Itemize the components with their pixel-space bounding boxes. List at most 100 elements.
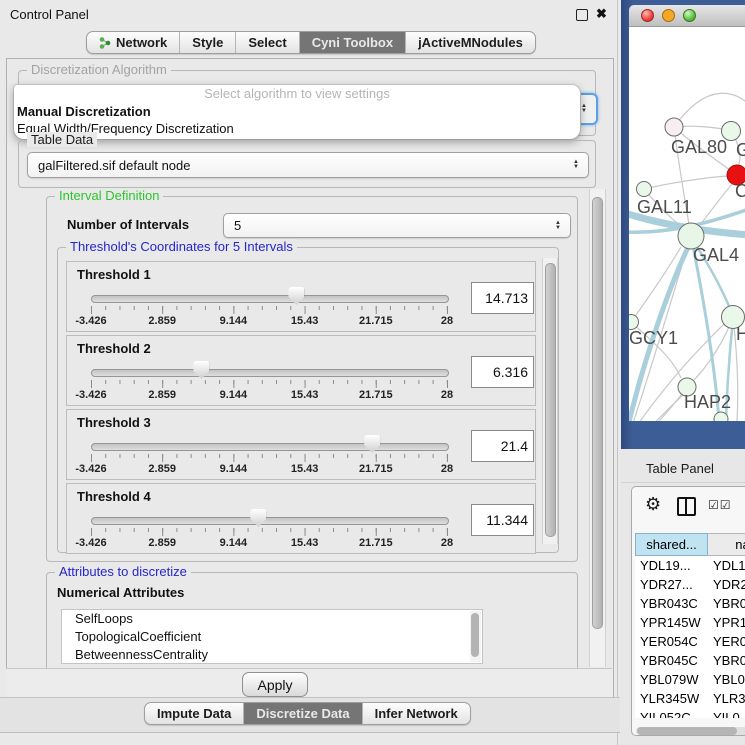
number-of-intervals-combobox[interactable]: 5 ▲▼ xyxy=(223,213,571,238)
number-of-intervals-label: Number of Intervals xyxy=(67,217,189,232)
table-cell[interactable]: YBR045C xyxy=(635,653,708,668)
tick-label: 21.715 xyxy=(359,389,393,401)
slider-track[interactable] xyxy=(91,443,449,451)
node-gal11[interactable] xyxy=(637,182,652,197)
node-label-partial-mid: C xyxy=(735,181,745,201)
table-cell[interactable]: YLR345W xyxy=(635,691,708,706)
slider-tick-labels: -3.4262.8599.14415.4321.71528 xyxy=(91,463,447,476)
checkbox-icons[interactable]: ☑☑ xyxy=(708,498,732,512)
zoom-traffic-light-icon[interactable] xyxy=(683,9,696,22)
column-header-shared-name[interactable]: shared... xyxy=(635,533,708,556)
divider xyxy=(621,482,745,483)
close-traffic-light-icon[interactable] xyxy=(641,9,654,22)
network-window-titlebar[interactable] xyxy=(629,5,745,27)
network-canvas[interactable]: GAL80 GA C GAL11 GAL4 GCY1 H HAP2 xyxy=(629,27,745,421)
threshold-value-field[interactable] xyxy=(471,504,534,536)
table-cell[interactable]: YBR043C xyxy=(635,596,708,611)
threshold-slider[interactable]: -3.4262.8599.14415.4321.71528 xyxy=(91,360,447,402)
algorithm-option-manual-discretization[interactable]: Manual Discretization xyxy=(14,103,580,120)
table-row[interactable]: YLR345WYLR3 xyxy=(635,689,745,708)
table-cell[interactable]: YER054C xyxy=(635,634,708,649)
thresholds-group: Threshold's Coordinates for 5 Intervals … xyxy=(57,247,559,553)
table-cell[interactable]: YBL0 xyxy=(708,672,745,687)
minimize-traffic-light-icon[interactable] xyxy=(662,9,675,22)
table-row[interactable]: YBL079WYBL0 xyxy=(635,670,745,689)
close-icon[interactable]: ✖ xyxy=(596,6,607,22)
threshold-slider[interactable]: -3.4262.8599.14415.4321.71528 xyxy=(91,434,447,476)
table-cell[interactable]: YDL19... xyxy=(635,558,708,573)
slider-tick-labels: -3.4262.8599.14415.4321.71528 xyxy=(91,389,447,402)
apply-button[interactable]: Apply xyxy=(242,672,308,697)
panel-scrollbar[interactable] xyxy=(589,189,606,667)
tab-label: Network xyxy=(116,35,167,50)
table-cell[interactable]: YDR27... xyxy=(635,577,708,592)
network-tab-icon xyxy=(99,36,111,50)
threshold-value-field[interactable] xyxy=(471,282,534,314)
node-gal80[interactable] xyxy=(665,118,683,136)
threshold-slider[interactable]: -3.4262.8599.14415.4321.71528 xyxy=(91,508,447,550)
tab-infer-network[interactable]: Infer Network xyxy=(363,703,470,724)
tick-label: 2.859 xyxy=(148,537,176,549)
float-window-icon[interactable] xyxy=(576,9,588,21)
table-cell[interactable]: YBR0 xyxy=(708,596,745,611)
table-horizontal-scrollbar[interactable] xyxy=(636,727,745,735)
node-label-gal4: GAL4 xyxy=(693,245,739,265)
table-cell[interactable]: YPR145W xyxy=(635,615,708,630)
threshold-label: Threshold 2 xyxy=(77,341,151,356)
column-header-name[interactable]: na xyxy=(708,533,745,556)
table-cell[interactable]: YBR0 xyxy=(708,653,745,668)
tab-select[interactable]: Select xyxy=(236,32,299,53)
tab-impute-data[interactable]: Impute Data xyxy=(145,703,244,724)
table-row[interactable]: YDR27...YDR2 xyxy=(635,575,745,594)
tick-label: -3.426 xyxy=(75,389,106,401)
thresholds-scrollbar[interactable] xyxy=(542,258,558,544)
table-row[interactable]: YIL052CYIL0 xyxy=(635,708,745,718)
algorithm-option-equal-width-frequency-discretization[interactable]: Equal Width/Frequency Discretization xyxy=(14,120,580,137)
table-cell[interactable]: YDR2 xyxy=(708,577,745,592)
attributes-scrollbar[interactable] xyxy=(470,611,481,662)
group-title: Table Data xyxy=(27,132,97,147)
table-row[interactable]: YPR145WYPR1 xyxy=(635,613,745,632)
tab-jactivemnodules[interactable]: jActiveMNodules xyxy=(406,32,535,53)
tick-label: 21.715 xyxy=(359,537,393,549)
apply-strip: Apply xyxy=(6,668,612,700)
table-row[interactable]: YBR043CYBR0 xyxy=(635,594,745,613)
table-cell[interactable]: YER0 xyxy=(708,634,745,649)
table-cell[interactable]: YLR3 xyxy=(708,691,745,706)
attribute-item-betweennesscentrality[interactable]: BetweennessCentrality xyxy=(62,646,482,664)
spinner-icon: ▲▼ xyxy=(581,104,587,114)
table-row[interactable]: YBR045CYBR0 xyxy=(635,651,745,670)
table-cell[interactable]: YIL052C xyxy=(635,710,708,718)
slider-track[interactable] xyxy=(91,517,449,525)
table-row[interactable]: YDL19...YDL1 xyxy=(635,556,745,575)
attribute-item-topologicalcoefficient[interactable]: TopologicalCoefficient xyxy=(62,628,482,646)
tab-label: Infer Network xyxy=(375,706,458,721)
table-cell[interactable]: YIL0 xyxy=(708,710,740,718)
threshold-value-field[interactable] xyxy=(471,356,534,388)
slider-track[interactable] xyxy=(91,295,449,303)
gear-icon[interactable]: ⚙ xyxy=(645,494,661,515)
tick-label: 9.144 xyxy=(220,537,248,549)
table-data-combobox[interactable]: galFiltered.sif default node ▲▼ xyxy=(27,152,589,178)
slider-tick-labels: -3.4262.8599.14415.4321.71528 xyxy=(91,315,447,328)
threshold-value-field[interactable] xyxy=(471,430,534,462)
tab-discretize-data[interactable]: Discretize Data xyxy=(244,703,362,724)
interval-definition-group: Interval Definition Number of Intervals … xyxy=(46,196,578,562)
threshold-slider[interactable]: -3.4262.8599.14415.4321.71528 xyxy=(91,286,447,328)
table-row[interactable]: YER054CYER0 xyxy=(635,632,745,651)
control-panel-tabs: Network StyleSelectCyni ToolboxjActiveMNo… xyxy=(86,31,536,54)
slider-major-ticks xyxy=(91,528,448,536)
tab-style[interactable]: Style xyxy=(180,32,236,53)
table-cell[interactable]: YDL1 xyxy=(708,558,745,573)
numerical-attributes-list[interactable]: SelfLoopsTopologicalCoefficientBetweenne… xyxy=(61,609,483,664)
node-partial-bottom[interactable] xyxy=(714,412,728,421)
table-cell[interactable]: YBL079W xyxy=(635,672,708,687)
tick-label: 9.144 xyxy=(220,463,248,475)
columns-icon[interactable] xyxy=(677,497,696,516)
attribute-item-selfloops[interactable]: SelfLoops xyxy=(62,610,482,628)
threshold-panel: Threshold 1-3.4262.8599.14415.4321.71528 xyxy=(66,261,536,332)
slider-track[interactable] xyxy=(91,369,449,377)
table-cell[interactable]: YPR1 xyxy=(708,615,745,630)
tab-network[interactable]: Network xyxy=(87,32,180,53)
tab-cyni-toolbox[interactable]: Cyni Toolbox xyxy=(300,32,406,53)
